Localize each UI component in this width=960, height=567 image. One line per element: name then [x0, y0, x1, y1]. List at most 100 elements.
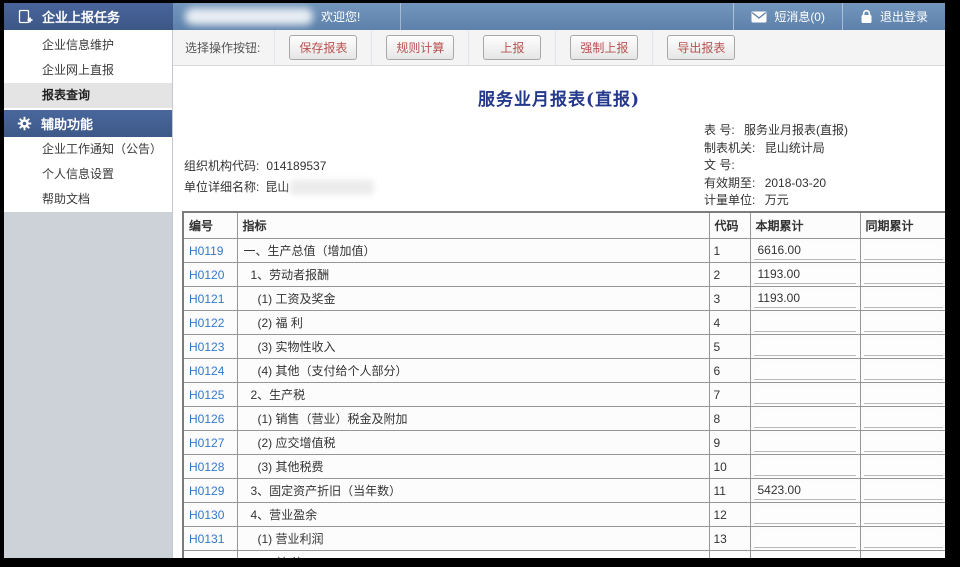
current-period-cell: 5423.00 — [750, 479, 860, 503]
current-period-input[interactable] — [754, 554, 856, 559]
same-period-input[interactable] — [864, 290, 944, 308]
row-id-cell: H0122 — [183, 311, 237, 335]
row-id-link[interactable]: H0129 — [184, 484, 224, 498]
toolbar-action-button[interactable]: 规则计算 — [386, 35, 454, 60]
sidebar-item[interactable]: 帮助文档 — [4, 187, 172, 212]
row-id-link[interactable]: H0126 — [184, 412, 224, 426]
same-period-input[interactable] — [864, 362, 944, 380]
current-period-input[interactable]: 5423.00 — [754, 482, 856, 500]
indicator-label: 4、营业盈余 — [238, 506, 709, 523]
app-window: 企业上报任务 欢迎您! 短消息(0) — [4, 3, 945, 558]
table-row: H0123 (3) 实物性收入 5 — [183, 335, 945, 359]
toolbar-button-cell: 上报 — [468, 30, 555, 65]
indicator-cell: (3) 实物性收入 — [237, 335, 709, 359]
same-period-input[interactable] — [864, 338, 944, 356]
same-period-input[interactable] — [864, 482, 944, 500]
same-period-cell — [860, 263, 945, 287]
current-period-cell: 6616.00 — [750, 239, 860, 263]
current-period-input[interactable]: 1193.00 — [754, 290, 856, 308]
current-period-input[interactable] — [754, 434, 856, 452]
row-id-link[interactable]: H0123 — [184, 340, 224, 354]
current-period-cell — [750, 335, 860, 359]
logout-button[interactable]: 退出登录 — [842, 3, 945, 30]
row-id-link[interactable]: H0124 — [184, 364, 224, 378]
meta-label: 文 号: — [704, 158, 735, 172]
sidebar-item[interactable]: 企业网上直报 — [4, 58, 172, 83]
row-id-link[interactable]: H0132 — [184, 556, 224, 559]
same-period-input[interactable] — [864, 434, 944, 452]
row-id-link[interactable]: H0120 — [184, 268, 224, 282]
indicator-label: (1) 销售（营业）税金及附加 — [238, 410, 709, 427]
sidebar-item[interactable]: 报表查询 — [4, 83, 172, 108]
indicator-cell: (4) 其他（支付给个人部分） — [237, 359, 709, 383]
current-period-cell: 1193.00 — [750, 263, 860, 287]
row-id-link[interactable]: H0130 — [184, 508, 224, 522]
row-id-link[interactable]: H0131 — [184, 532, 224, 546]
row-id-link[interactable]: H0122 — [184, 316, 224, 330]
same-period-input[interactable] — [864, 410, 944, 428]
toolbar-action-button[interactable]: 强制上报 — [570, 35, 638, 60]
header-same-period: 同期累计 — [860, 212, 945, 239]
row-id-link[interactable]: H0128 — [184, 460, 224, 474]
toolbar-label: 选择操作按钮: — [173, 30, 274, 65]
current-period-cell — [750, 455, 860, 479]
row-id-link[interactable]: H0121 — [184, 292, 224, 306]
current-period-input[interactable] — [754, 530, 856, 548]
current-period-input[interactable]: 6616.00 — [754, 242, 856, 260]
header-current-period: 本期累计 — [750, 212, 860, 239]
indicator-label: 1、劳动者报酬 — [238, 266, 709, 283]
code-cell: 6 — [709, 359, 750, 383]
sidebar: 企业信息维护 企业网上直报 报表查询 — [4, 30, 173, 558]
current-period-input[interactable] — [754, 314, 856, 332]
same-period-input[interactable] — [864, 458, 944, 476]
indicator-cell: (3) 其他税费 — [237, 455, 709, 479]
current-period-input[interactable]: 1193.00 — [754, 266, 856, 284]
report-table: 编号 指标 代码 本期累计 同期累计 H0119 一、生产总值（增加值） 1 — [182, 211, 945, 558]
same-period-input[interactable] — [864, 386, 944, 404]
sidebar-item[interactable]: 企业工作通知（公告） — [4, 137, 172, 162]
main-content: 选择操作按钮: 保存报表 规则计算 上报 强制上报 — [173, 30, 945, 558]
sidebar-item[interactable]: 个人信息设置 — [4, 162, 172, 187]
current-period-input[interactable] — [754, 458, 856, 476]
toolbar-action-button[interactable]: 导出报表 — [667, 35, 735, 60]
current-period-input[interactable] — [754, 386, 856, 404]
messages-button[interactable]: 短消息(0) — [733, 3, 842, 30]
current-period-input[interactable] — [754, 506, 856, 524]
row-id-link[interactable]: H0125 — [184, 388, 224, 402]
toolbar-action-button[interactable]: 上报 — [483, 35, 541, 60]
meta-label: 计量单位: — [704, 193, 755, 207]
current-period-cell: 1193.00 — [750, 287, 860, 311]
meta-line: 计量单位: 万元 — [704, 192, 848, 210]
same-period-cell — [860, 359, 945, 383]
current-period-input[interactable] — [754, 362, 856, 380]
toolbar-action-button[interactable]: 保存报表 — [289, 35, 357, 60]
same-period-input[interactable] — [864, 242, 944, 260]
sidebar-section-reporting-tasks-header[interactable]: 企业上报任务 — [4, 3, 173, 30]
row-id-link[interactable]: H0127 — [184, 436, 224, 450]
meta-line: 有效期至: 2018-03-20 — [704, 175, 848, 193]
table-row: H0124 (4) 其他（支付给个人部分） 6 — [183, 359, 945, 383]
header-code: 代码 — [709, 212, 750, 239]
code-cell: 5 — [709, 335, 750, 359]
report-meta-left: 组织机构代码: 014189537 单位详细名称: 昆山 — [184, 156, 374, 198]
same-period-cell — [860, 239, 945, 263]
meta-value: 昆山统计局 — [765, 141, 825, 155]
unit-name-label: 单位详细名称: — [184, 177, 259, 198]
same-period-input[interactable] — [864, 530, 944, 548]
row-id-link[interactable]: H0119 — [184, 244, 223, 258]
same-period-input[interactable] — [864, 314, 944, 332]
org-code-label: 组织机构代码: — [184, 156, 259, 177]
sidebar-section-auxiliary-header[interactable]: 辅助功能 — [4, 110, 172, 137]
current-period-input[interactable] — [754, 338, 856, 356]
sidebar-item[interactable]: 企业信息维护 — [4, 33, 172, 58]
toolbar-button-cell: 强制上报 — [555, 30, 652, 65]
table-header-row: 编号 指标 代码 本期累计 同期累计 — [183, 212, 945, 239]
table-row: H0130 4、营业盈余 12 — [183, 503, 945, 527]
same-period-input[interactable] — [864, 554, 944, 559]
indicator-label: (3) 其他税费 — [238, 458, 709, 475]
same-period-input[interactable] — [864, 266, 944, 284]
indicator-label: (3) 实物性收入 — [238, 338, 709, 355]
same-period-input[interactable] — [864, 506, 944, 524]
current-period-input[interactable] — [754, 410, 856, 428]
indicator-label: 2、生产税 — [238, 386, 709, 403]
